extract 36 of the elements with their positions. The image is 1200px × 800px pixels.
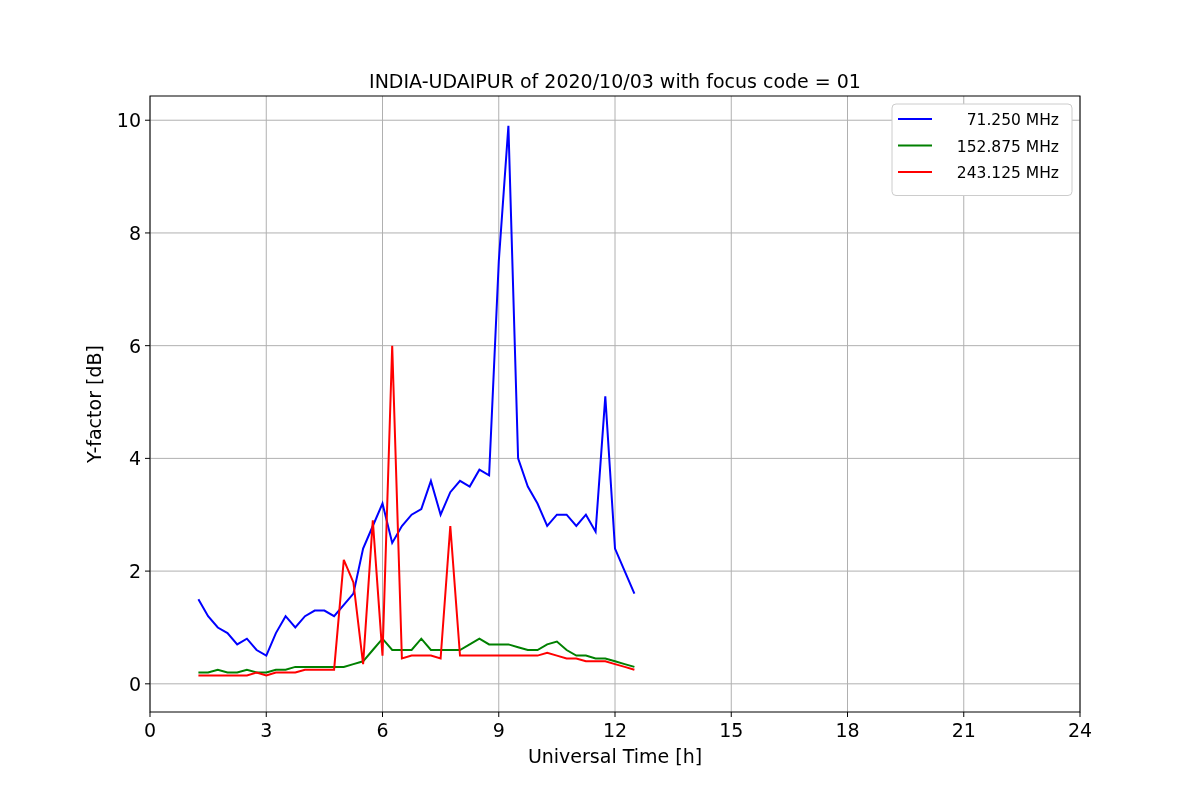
x-axis-label: Universal Time [h] [527,745,703,767]
tick-mark [144,683,151,685]
x-tick-label: 12 [602,719,628,741]
legend-label: 152.875 MHz [956,137,1059,156]
y-tick-label: 6 [128,334,141,357]
tick-mark [963,711,965,718]
x-tick-label: 15 [719,719,744,741]
tick-mark [614,711,616,718]
x-tick-label: 3 [260,719,273,741]
tick-mark [382,711,383,718]
tick-mark [1079,711,1081,718]
tick-mark [498,711,500,718]
legend-label: 71.250 MHz [966,111,1059,129]
x-tick-label: 18 [835,719,860,741]
y-tick-label: 10 [116,109,141,132]
tick-mark [144,457,151,459]
x-tick-label: 6 [376,719,389,741]
tick-mark [730,711,732,718]
x-tick-label: 9 [492,719,505,741]
legend-label: 243.125 MHz [956,164,1059,182]
tick-mark [847,711,848,718]
tick-mark [144,232,151,234]
y-tick-label: 4 [128,447,141,470]
tick-mark [144,345,151,347]
tick-mark [144,570,151,572]
x-tick-label: 24 [1067,719,1093,741]
tick-mark [265,711,267,718]
x-tick-label: 0 [143,719,157,741]
x-tick-label: 21 [951,719,976,741]
tick-mark [144,119,151,121]
y-tick-label: 0 [128,672,141,695]
y-axis-label: Y-factor [dB] [83,345,105,463]
y-tick-label: 2 [128,560,141,583]
tick-mark [149,711,151,718]
chart-title: INDIA-UDAIPUR of 2020/10/03 with focus code = 01 [369,70,861,92]
y-tick-label: 8 [128,221,141,244]
